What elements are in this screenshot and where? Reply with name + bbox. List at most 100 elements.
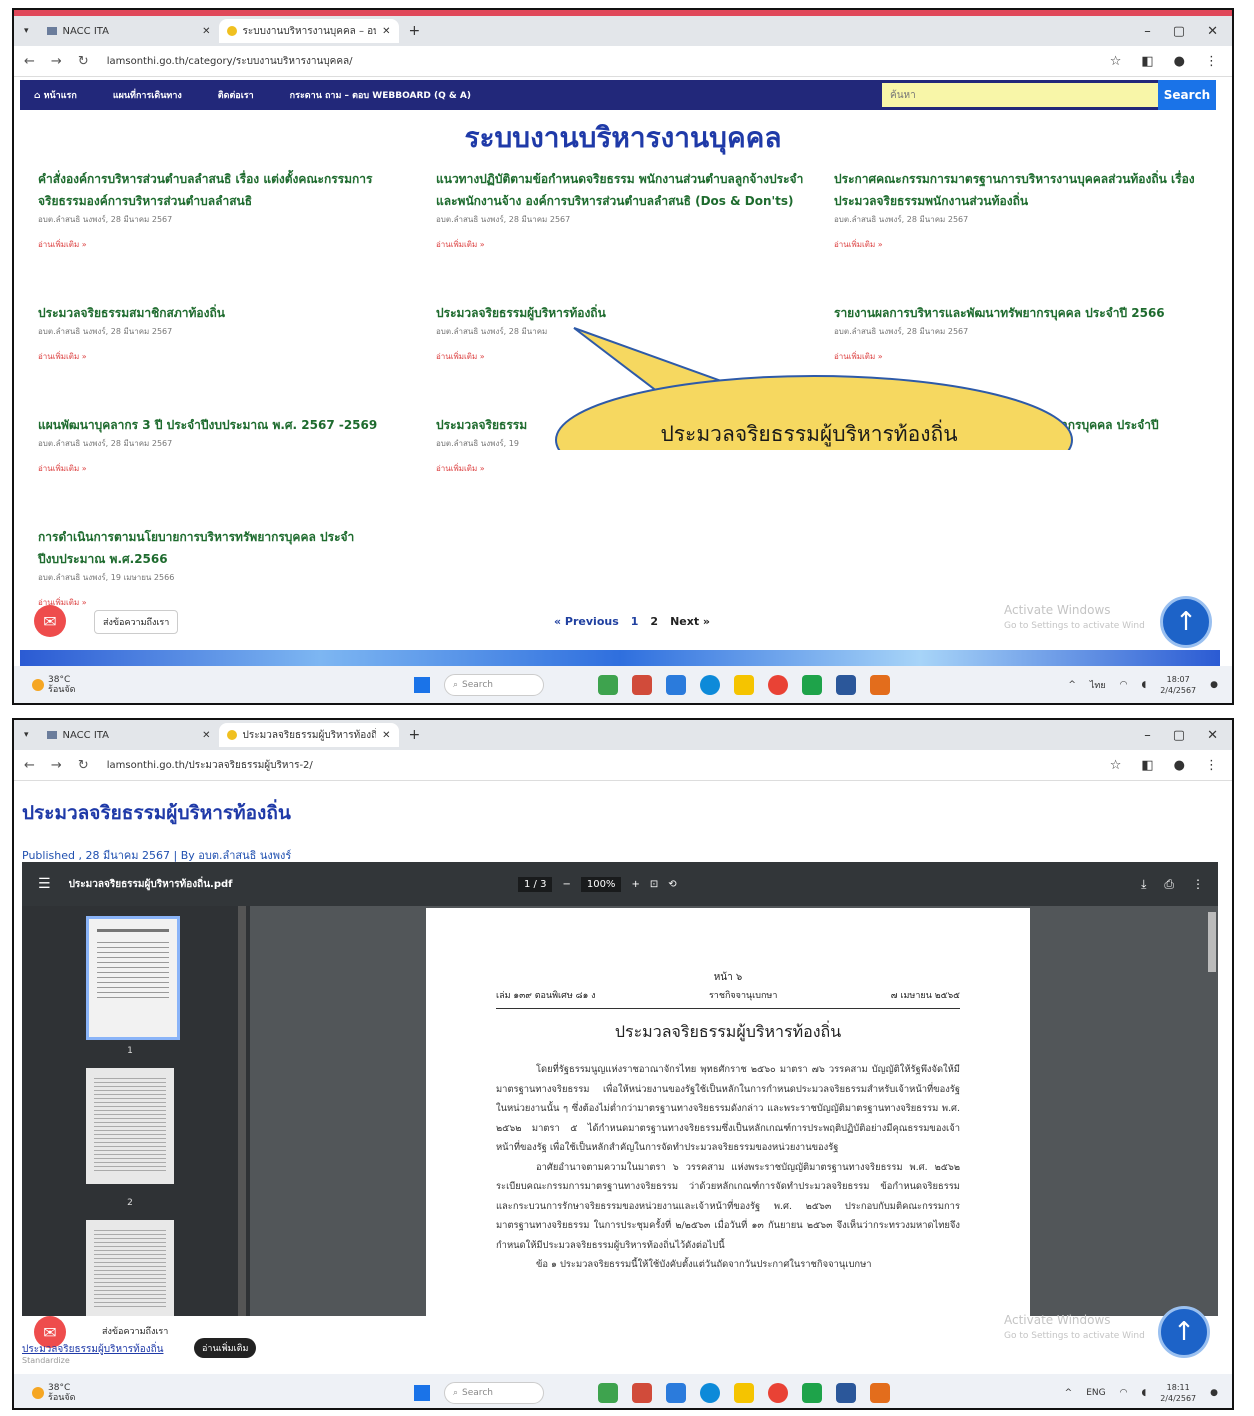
- taskbar-search[interactable]: ⌕ Search: [444, 1382, 544, 1404]
- rotate-icon[interactable]: ⟲: [668, 879, 676, 890]
- app-icon-2[interactable]: [632, 675, 652, 695]
- volume-icon[interactable]: ◖: [1141, 1388, 1146, 1398]
- forward-arrow-icon[interactable]: →: [51, 54, 62, 69]
- tab-close-icon[interactable]: ✕: [382, 26, 390, 37]
- pager-page-1[interactable]: 1: [631, 615, 639, 628]
- line-icon[interactable]: [802, 675, 822, 695]
- kebab-menu-icon[interactable]: ⋮: [1205, 758, 1218, 773]
- sidebar-scrollbar[interactable]: [238, 906, 246, 1316]
- tray-language[interactable]: ENG: [1086, 1388, 1105, 1398]
- back-arrow-icon[interactable]: ←: [24, 54, 35, 69]
- pager-prev[interactable]: « Previous: [554, 615, 619, 628]
- tray-clock[interactable]: 18:07 2/4/2567: [1160, 674, 1196, 696]
- word-icon[interactable]: [836, 675, 856, 695]
- tray-chevron-icon[interactable]: ^: [1068, 680, 1076, 690]
- profile-icon[interactable]: ●: [1174, 54, 1185, 69]
- url-field[interactable]: lamsonthi.go.th/category/ระบบงานบริหารงา…: [107, 54, 353, 69]
- zoom-out-icon[interactable]: −: [562, 879, 570, 890]
- maximize-button[interactable]: ▢: [1173, 24, 1185, 39]
- kebab-menu-icon[interactable]: ⋮: [1205, 54, 1218, 69]
- windows-start-icon[interactable]: [414, 677, 430, 693]
- reload-icon[interactable]: ↻: [78, 758, 89, 773]
- volume-icon[interactable]: ◖: [1141, 680, 1146, 690]
- tray-clock[interactable]: 18:11 2/4/2567: [1160, 1382, 1196, 1404]
- tab-search-icon[interactable]: ▾: [14, 26, 39, 36]
- tray-chevron-icon[interactable]: ^: [1065, 1388, 1073, 1398]
- weather-widget[interactable]: 38°C ร้อนจัด: [14, 1383, 362, 1403]
- pdf-thumbnail-page-2[interactable]: [86, 1068, 174, 1184]
- chrome-icon[interactable]: [768, 675, 788, 695]
- post-title-link[interactable]: คำสั่งองค์การบริหารส่วนตำบลลำสนธิ เรื่อง…: [38, 168, 418, 212]
- tab-close-icon[interactable]: ✕: [202, 26, 210, 37]
- app-icon-2[interactable]: [632, 1383, 652, 1403]
- site-search-input[interactable]: ค้นหา: [882, 83, 1158, 107]
- reload-icon[interactable]: ↻: [78, 54, 89, 69]
- app-icon-3[interactable]: [666, 1383, 686, 1403]
- download-icon[interactable]: ⤓: [1141, 877, 1146, 892]
- scroll-to-top-icon[interactable]: ↑: [1160, 596, 1212, 648]
- read-more-link[interactable]: อ่านเพิ่มเติม »: [38, 596, 418, 609]
- nav-webboard[interactable]: กระดาน ถาม – ตอบ WEBBOARD (Q & A): [290, 88, 471, 102]
- sidepanel-icon[interactable]: ◧: [1141, 758, 1153, 773]
- wifi-icon[interactable]: ◠: [1120, 1388, 1128, 1398]
- line-icon[interactable]: [802, 1383, 822, 1403]
- app-icon-9[interactable]: [870, 1383, 890, 1403]
- file-explorer-icon[interactable]: [734, 1383, 754, 1403]
- wifi-icon[interactable]: ◠: [1120, 680, 1128, 690]
- new-tab-icon[interactable]: +: [399, 23, 431, 39]
- notification-bell-icon[interactable]: ●: [1210, 1388, 1218, 1398]
- post-title-link[interactable]: ยากรบุคคล ประจำปี: [1054, 414, 1214, 436]
- chrome-icon[interactable]: [768, 1383, 788, 1403]
- read-more-link[interactable]: อ่านเพิ่มเติม »: [436, 238, 816, 251]
- close-window-button[interactable]: ✕: [1207, 24, 1218, 39]
- chat-label[interactable]: ส่งข้อความถึงเรา: [94, 610, 179, 634]
- tray-language[interactable]: ไทย: [1090, 678, 1106, 692]
- windows-start-icon[interactable]: [414, 1385, 430, 1401]
- bookmark-star-icon[interactable]: ☆: [1110, 758, 1122, 773]
- forward-arrow-icon[interactable]: →: [51, 758, 62, 773]
- pager-next[interactable]: Next »: [670, 615, 710, 628]
- fit-page-icon[interactable]: ⊡: [650, 879, 658, 890]
- bookmark-star-icon[interactable]: ☆: [1110, 54, 1122, 69]
- pdf-zoom-level[interactable]: 100%: [580, 876, 622, 892]
- tab-close-icon[interactable]: ✕: [202, 730, 210, 741]
- sidepanel-icon[interactable]: ◧: [1141, 54, 1153, 69]
- back-arrow-icon[interactable]: ←: [24, 758, 35, 773]
- read-more-link[interactable]: อ่านเพิ่มเติม »: [436, 462, 566, 475]
- chat-label[interactable]: ส่งข้อความถึงเรา: [94, 1320, 177, 1342]
- read-more-link[interactable]: อ่านเพิ่มเติม »: [38, 462, 418, 475]
- nav-map[interactable]: แผนที่การเดินทาง: [113, 88, 182, 102]
- tag-link[interactable]: ประมวลจริยธรรมผู้บริหารท้องถิ่น: [22, 1342, 163, 1357]
- browser-tab[interactable]: NACC ITA ✕: [39, 19, 219, 43]
- print-icon[interactable]: ⎙: [1164, 877, 1174, 892]
- tab-search-icon[interactable]: ▾: [14, 730, 39, 740]
- taskbar-search[interactable]: ⌕ Search: [444, 674, 544, 696]
- pdf-page-indicator[interactable]: 1 / 3: [518, 876, 553, 892]
- pdf-scrollbar[interactable]: [1208, 912, 1216, 972]
- pdf-thumbnail-page-1[interactable]: [86, 916, 180, 1040]
- browser-tab-active[interactable]: ระบบงานบริหารงานบุคคล – อบต.ก... ✕: [218, 19, 399, 43]
- tab-close-icon[interactable]: ✕: [382, 730, 390, 741]
- edge-icon[interactable]: [700, 1383, 720, 1403]
- profile-icon[interactable]: ●: [1174, 758, 1185, 773]
- post-title-link[interactable]: แนวทางปฏิบัติตามข้อกำหนดจริยธรรม พนักงาน…: [436, 168, 816, 212]
- word-icon[interactable]: [836, 1383, 856, 1403]
- minimize-button[interactable]: –: [1144, 24, 1151, 39]
- zoom-in-icon[interactable]: +: [631, 879, 639, 890]
- close-window-button[interactable]: ✕: [1207, 728, 1218, 743]
- app-icon-1[interactable]: [598, 675, 618, 695]
- notification-bell-icon[interactable]: ●: [1210, 680, 1218, 690]
- post-title-link[interactable]: ประมวลจริยธรรมสมาชิกสภาท้องถิ่น: [38, 302, 418, 324]
- site-search-button[interactable]: Search: [1158, 80, 1216, 110]
- app-icon-1[interactable]: [598, 1383, 618, 1403]
- browser-tab[interactable]: NACC ITA ✕: [39, 723, 219, 747]
- maximize-button[interactable]: ▢: [1173, 728, 1185, 743]
- post-title-link[interactable]: การดำเนินการตามนโยบายการบริหารทรัพยากรบุ…: [38, 526, 418, 570]
- nav-contact[interactable]: ติดต่อเรา: [218, 88, 254, 102]
- url-field[interactable]: lamsonthi.go.th/ประมวลจริยธรรมผู้บริหาร-…: [107, 758, 313, 773]
- read-more-link[interactable]: อ่านเพิ่มเติม »: [834, 238, 1214, 251]
- nav-home[interactable]: ⌂ หน้าแรก: [34, 88, 77, 102]
- file-explorer-icon[interactable]: [734, 675, 754, 695]
- app-icon-3[interactable]: [666, 675, 686, 695]
- post-title-link[interactable]: ประกาศคณะกรรมการมาตรฐานการบริหารงานบุคคล…: [834, 168, 1214, 212]
